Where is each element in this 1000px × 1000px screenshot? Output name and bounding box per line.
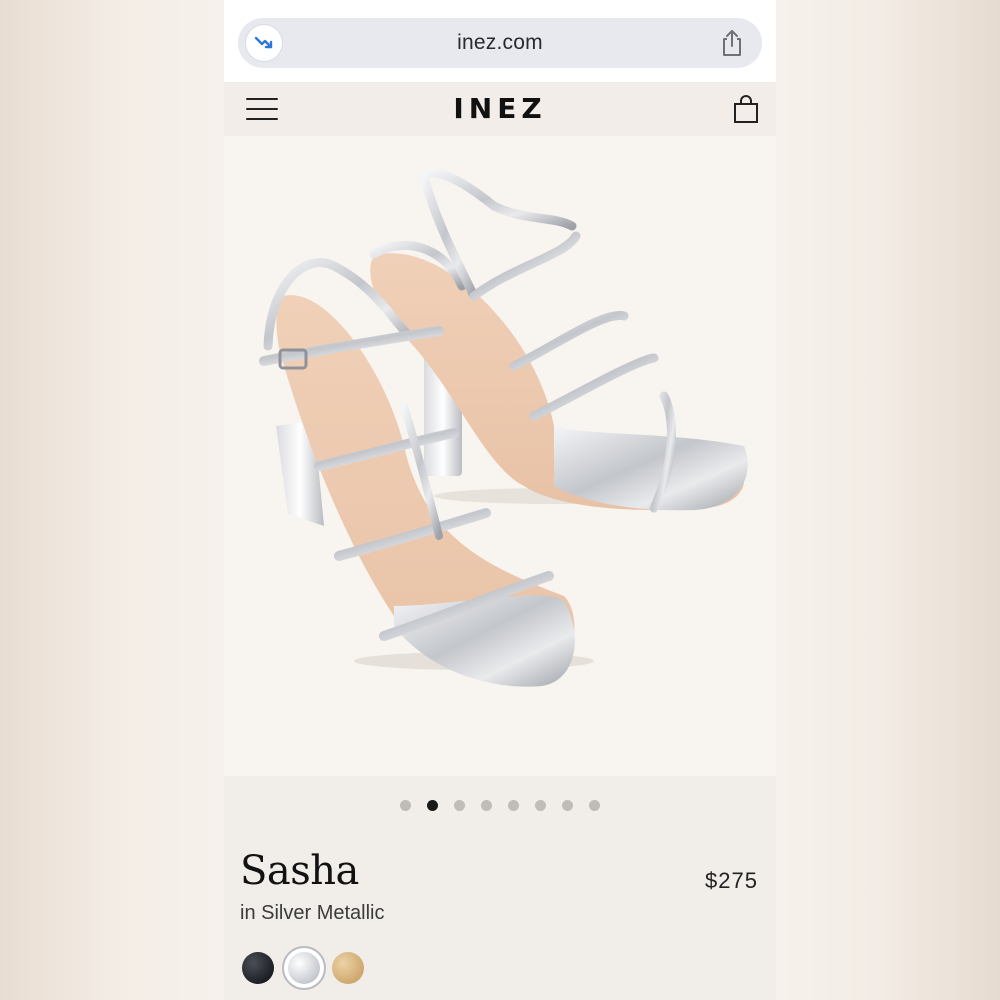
carousel-dot[interactable]: [454, 800, 465, 811]
carousel-dot[interactable]: [481, 800, 492, 811]
product-name: Sasha: [240, 848, 359, 894]
product-image[interactable]: [224, 136, 776, 776]
carousel-dot[interactable]: [535, 800, 546, 811]
share-icon[interactable]: [720, 29, 744, 62]
swatch-black[interactable]: [242, 952, 274, 984]
swatch-silver[interactable]: [284, 948, 324, 988]
sandal-illustration: [259, 168, 748, 687]
site-header: INEZ: [224, 82, 776, 136]
product-color-label: in Silver Metallic: [240, 902, 385, 924]
shopping-bag-icon[interactable]: [732, 94, 760, 129]
carousel-dots: [224, 800, 776, 811]
carousel-dot[interactable]: [508, 800, 519, 811]
carousel-dot[interactable]: [427, 800, 438, 811]
brand-logo[interactable]: INEZ: [224, 92, 776, 125]
swatch-tan[interactable]: [332, 952, 364, 984]
phone-screen: inez.com INEZ Sasha $275 in Silver Metal…: [224, 0, 776, 1000]
carousel-dot[interactable]: [562, 800, 573, 811]
product-price: $275: [705, 868, 758, 893]
url-field[interactable]: inez.com: [238, 18, 762, 68]
browser-address-bar: inez.com: [224, 0, 776, 82]
carousel-dot[interactable]: [589, 800, 600, 811]
url-text[interactable]: inez.com: [238, 31, 762, 55]
carousel-dot[interactable]: [400, 800, 411, 811]
